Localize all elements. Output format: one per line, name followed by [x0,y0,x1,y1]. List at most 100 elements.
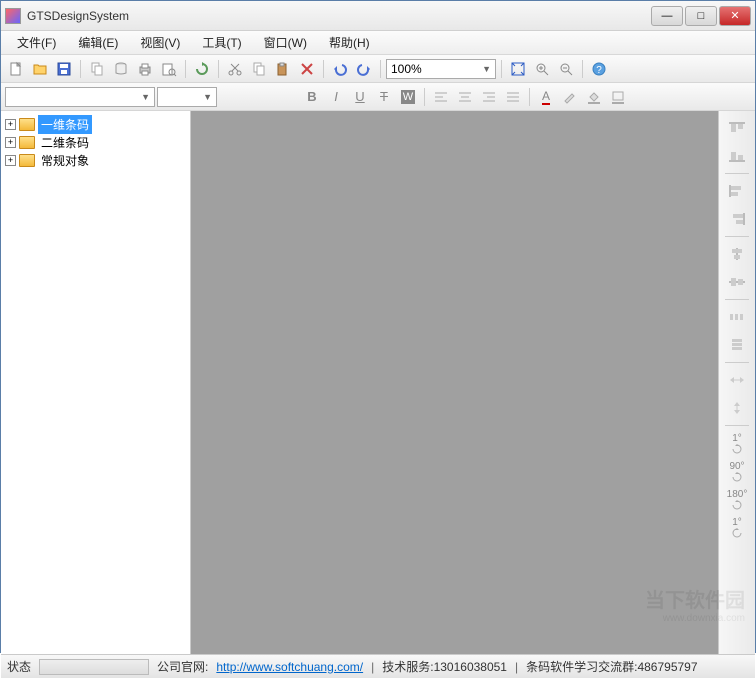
titlebar: GTSDesignSystem — □ ✕ [1,1,755,31]
refresh-button[interactable] [191,58,213,80]
menu-edit[interactable]: 编辑(E) [68,31,128,54]
align-center-button[interactable] [454,86,476,108]
new-button[interactable] [5,58,27,80]
open-button[interactable] [29,58,51,80]
toolbar-separator [725,173,749,174]
maximize-button[interactable]: □ [685,6,717,26]
menu-window[interactable]: 窗口(W) [254,31,317,54]
toolbar-separator [725,425,749,426]
align-justify-button[interactable] [502,86,524,108]
design-canvas[interactable] [191,111,719,654]
rotate-1-button[interactable]: 1° [723,430,751,456]
center-horizontal-button[interactable] [723,241,751,267]
svg-text:?: ? [596,65,602,76]
company-label: 公司官网: [157,658,208,675]
align-top-button[interactable] [723,115,751,141]
undo-button[interactable] [329,58,351,80]
center-vertical-button[interactable] [723,269,751,295]
window-controls: — □ ✕ [651,6,751,26]
print-button[interactable] [134,58,156,80]
toolbar-separator [582,60,583,78]
folder-icon [19,154,35,167]
fit-screen-button[interactable] [507,58,529,80]
close-button[interactable]: ✕ [719,6,751,26]
rotate-1b-button[interactable]: 1° [723,514,751,540]
main-toolbar: 100% ▼ ? [1,55,755,83]
expand-icon[interactable]: + [5,155,16,166]
redo-button[interactable] [353,58,375,80]
tree-item-general-object[interactable]: + 常规对象 [3,151,188,169]
menu-view[interactable]: 视图(V) [130,31,190,54]
align-bottom-button[interactable] [723,143,751,169]
align-left-button[interactable] [723,178,751,204]
cut-button[interactable] [224,58,246,80]
same-width-button[interactable] [723,367,751,393]
toolbar-separator [218,60,219,78]
italic-button[interactable]: I [325,86,347,108]
menu-file[interactable]: 文件(F) [7,31,66,54]
align-left-button[interactable] [430,86,452,108]
status-progress [39,659,149,675]
menu-help[interactable]: 帮助(H) [319,31,380,54]
rotate-180-button[interactable]: 180° [723,486,751,512]
save-button[interactable] [53,58,75,80]
rotate-label: 180° [727,489,748,500]
highlight-button[interactable] [559,86,581,108]
distribute-vertical-button[interactable] [723,332,751,358]
company-link[interactable]: http://www.softchuang.com/ [216,660,363,674]
font-size-combo[interactable]: ▼ [157,87,217,107]
separator: | [515,660,518,674]
underline-button[interactable]: U [349,86,371,108]
copy-button[interactable] [86,58,108,80]
format-toolbar: ▼ ▼ B I U T W A [1,83,755,111]
zoom-combo[interactable]: 100% ▼ [386,59,496,79]
toolbar-separator [323,60,324,78]
strikethrough-button[interactable]: T [373,86,395,108]
tree-item-1d-barcode[interactable]: + 一维条码 [3,115,188,133]
fill-color-button[interactable] [583,86,605,108]
tech-service-label: 技术服务:13016038051 [382,658,507,675]
tree-label: 常规对象 [38,151,92,170]
zoom-in-button[interactable] [531,58,553,80]
database-button[interactable] [110,58,132,80]
toolbar-separator [380,60,381,78]
bold-button[interactable]: B [301,86,323,108]
zoom-value: 100% [391,62,422,76]
align-right-button[interactable] [723,206,751,232]
dropdown-icon: ▼ [203,92,212,102]
toolbar-separator [725,299,749,300]
tree-item-2d-barcode[interactable]: + 二维条码 [3,133,188,151]
paste-button[interactable] [272,58,294,80]
dropdown-icon: ▼ [482,64,491,74]
font-color-button[interactable]: A [535,86,557,108]
copy2-button[interactable] [248,58,270,80]
rotate-label: 90° [729,461,744,472]
expand-icon[interactable]: + [5,119,16,130]
delete-button[interactable] [296,58,318,80]
status-label: 状态 [7,658,31,675]
menubar: 文件(F) 编辑(E) 视图(V) 工具(T) 窗口(W) 帮助(H) [1,31,755,55]
folder-icon [19,136,35,149]
help-button[interactable]: ? [588,58,610,80]
toolbar-separator [501,60,502,78]
rotate-90-button[interactable]: 90° [723,458,751,484]
minimize-button[interactable]: — [651,6,683,26]
border-color-button[interactable] [607,86,629,108]
alignment-toolbar: 1° 90° 180° 1° [719,111,755,654]
font-family-combo[interactable]: ▼ [5,87,155,107]
app-title: GTSDesignSystem [27,9,651,23]
rotate-label: 1° [732,517,742,528]
print-preview-button[interactable] [158,58,180,80]
expand-icon[interactable]: + [5,137,16,148]
rotate-label: 1° [732,433,742,444]
align-right-button[interactable] [478,86,500,108]
app-icon [5,8,21,24]
distribute-horizontal-button[interactable] [723,304,751,330]
same-height-button[interactable] [723,395,751,421]
statusbar: 状态 公司官网: http://www.softchuang.com/ | 技术… [1,654,755,678]
tree-panel: + 一维条码 + 二维条码 + 常规对象 [1,111,191,654]
word-button[interactable]: W [397,86,419,108]
toolbar-separator [529,88,530,106]
zoom-out-button[interactable] [555,58,577,80]
menu-tools[interactable]: 工具(T) [192,31,251,54]
